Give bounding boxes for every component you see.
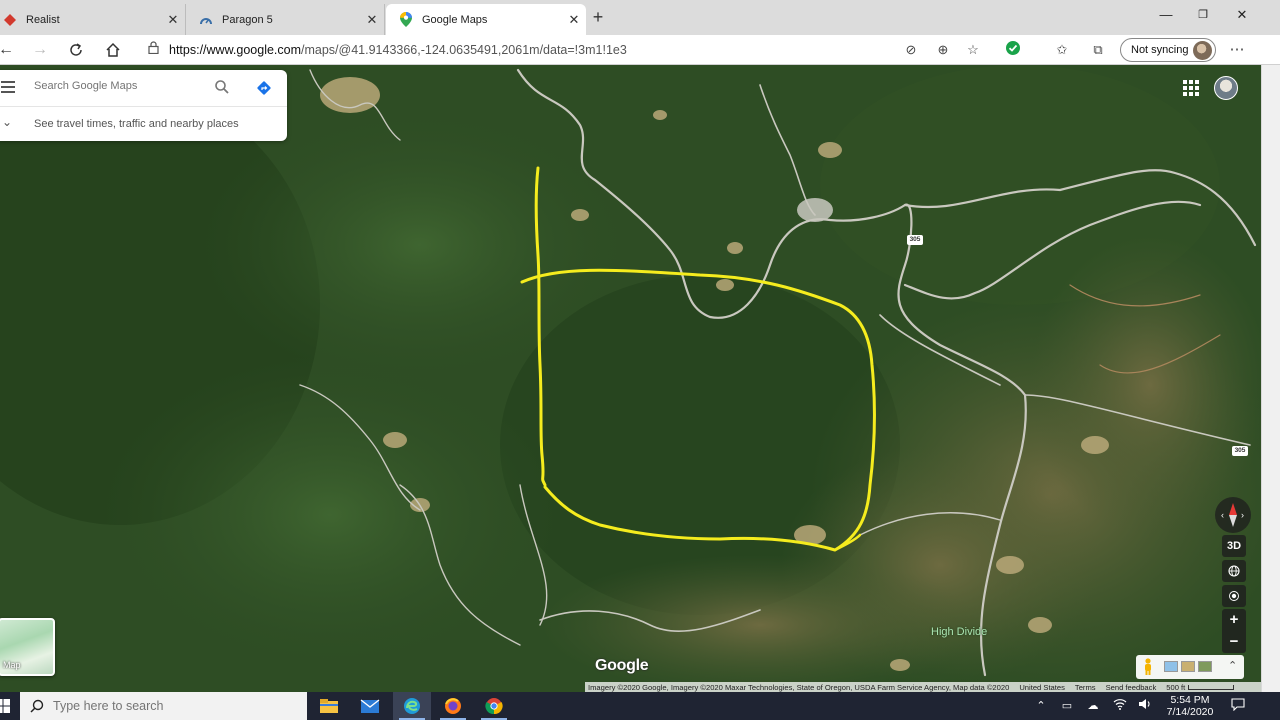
chevron-down-icon: ⌄ [2,115,13,129]
close-tab-icon[interactable]: ✕ [360,12,384,28]
lock-icon [148,41,159,59]
scale-bar[interactable]: 500 ft [1166,682,1235,692]
browser-toolbar: ← → https://www.google.com/maps/@41.9143… [0,35,1280,65]
zoom-out-button[interactable]: − [1222,631,1246,653]
url-path: /maps/@41.9143366,-124.0635491,2061m/dat… [301,43,627,57]
scale-label: 500 ft [1166,682,1186,692]
account-avatar[interactable] [1214,76,1238,100]
my-location-icon[interactable] [1222,585,1246,607]
profile-avatar [1193,41,1212,60]
google-logo: Google [595,657,649,674]
taskbar-search[interactable] [20,692,307,720]
close-window-button[interactable]: ✕ [1222,4,1262,26]
tab-title: Google Maps [422,13,488,26]
windows-start-icon[interactable] [0,694,16,718]
profile-button[interactable]: Not syncing [1120,38,1216,62]
url-host: https://www.google.com [169,43,302,57]
close-tab-icon[interactable]: ✕ [562,12,586,28]
place-label: High Divide [931,626,988,638]
search-row [0,70,287,107]
imagery-thumbnail[interactable] [1198,661,1212,672]
tab-paragon[interactable]: Paragon 5 ✕ [186,4,385,35]
route-shield: 305 [1232,446,1248,456]
home-icon[interactable] [101,39,125,61]
terms-link[interactable]: Terms [1075,683,1096,692]
paragon-favicon-icon [198,13,214,27]
tab-realist[interactable]: Realist ✕ [0,4,186,35]
compass-icon: ‹ › [1221,503,1244,527]
region-link[interactable]: United States [1019,683,1065,692]
imagery-thumbnail[interactable] [1181,661,1195,672]
volume-icon[interactable] [1137,698,1153,714]
menu-icon[interactable] [1,81,15,95]
svg-text:‹: ‹ [1221,510,1224,520]
map-attribution: Imagery ©2020 Google, Imagery ©2020 Maxa… [585,682,1261,692]
clock-time: 5:54 PM [1170,694,1210,706]
travel-hint-row[interactable]: ⌄ See travel times, traffic and nearby p… [0,108,287,141]
edge-icon[interactable] [393,692,431,720]
close-tab-icon[interactable]: ✕ [161,12,185,28]
onedrive-icon[interactable]: ☁ [1085,698,1101,714]
layer-toggle-label: Map [3,660,21,670]
file-explorer-icon[interactable] [310,692,348,720]
zoom-control: + − [1222,609,1246,653]
show-hidden-icons-icon[interactable]: ⌃ [1033,698,1049,714]
satellite-map-canvas[interactable]: 305 305 [0,65,1261,692]
add-extension-icon[interactable]: ⊕ [933,40,953,60]
firefox-icon[interactable] [434,692,472,720]
notifications-icon[interactable] [1230,698,1246,714]
url-text: https://www.google.com/maps/@41.9143366,… [169,43,627,57]
realist-favicon-icon [2,13,18,27]
tilt-3d-button[interactable]: 3D [1222,535,1246,557]
svg-text:›: › [1241,510,1244,520]
address-bar[interactable]: https://www.google.com/maps/@41.9143366,… [140,37,992,63]
satellite-imagery [0,65,1261,692]
search-icon[interactable] [214,79,232,97]
tab-title: Paragon 5 [222,13,273,26]
collections-icon[interactable]: ⧉ [1088,40,1108,60]
tracking-prevention-icon[interactable]: ⊘ [901,40,921,60]
tab-google-maps[interactable]: Google Maps ✕ [386,4,586,35]
imagery-thumbnail[interactable] [1164,661,1178,672]
compass-control[interactable]: ‹ › [1215,497,1251,533]
pegman-icon[interactable] [1143,658,1153,676]
directions-icon[interactable] [256,80,272,96]
vertical-scrollbar[interactable] [1261,65,1280,692]
minimize-button[interactable]: — [1146,4,1186,26]
route-shield: 305 [907,235,923,245]
favorites-icon[interactable]: ✩ [1052,40,1072,60]
windows-taskbar: ⌃ ▭ ☁ 5:54 PM 7/14/2020 [0,692,1280,720]
tab-title: Realist [26,13,60,26]
globe-view-icon[interactable] [1222,560,1246,582]
refresh-icon[interactable] [64,39,88,61]
favorite-star-icon[interactable]: ☆ [963,40,983,60]
search-input[interactable] [34,80,204,92]
taskbar-search-input[interactable] [53,699,273,713]
layer-toggle[interactable]: Map [0,618,55,676]
chrome-icon[interactable] [475,692,513,720]
sync-status-label: Not syncing [1131,44,1189,56]
system-clock[interactable]: 5:54 PM 7/14/2020 [1160,694,1220,718]
browser-tab-bar: Realist ✕ Paragon 5 ✕ Google Maps ✕ + — … [0,0,1280,35]
maps-search-panel: ⌄ See travel times, traffic and nearby p… [0,70,287,141]
clock-date: 7/14/2020 [1166,706,1214,718]
imagery-credit: Imagery ©2020 Google, Imagery ©2020 Maxa… [588,682,1010,692]
mail-icon[interactable] [351,692,389,720]
back-arrow-icon[interactable]: ← [0,39,18,61]
google-maps-favicon-icon [398,12,414,27]
battery-icon[interactable]: ▭ [1059,698,1075,714]
new-tab-button[interactable]: + [587,6,609,28]
imagery-tray: ⌃ [1136,655,1244,679]
wifi-icon[interactable] [1112,698,1128,714]
google-apps-icon[interactable] [1183,80,1199,96]
extension-check-icon[interactable] [1003,40,1023,60]
travel-hint-text: See travel times, traffic and nearby pla… [34,118,239,130]
search-icon [30,699,44,718]
send-feedback-link[interactable]: Send feedback [1106,683,1157,692]
restore-button[interactable]: ❐ [1183,4,1223,26]
more-options-icon[interactable]: ⋯ [1227,40,1247,60]
expand-chevron-icon[interactable]: ⌃ [1228,659,1237,672]
zoom-in-button[interactable]: + [1222,609,1246,631]
forward-arrow-icon[interactable]: → [28,39,52,61]
